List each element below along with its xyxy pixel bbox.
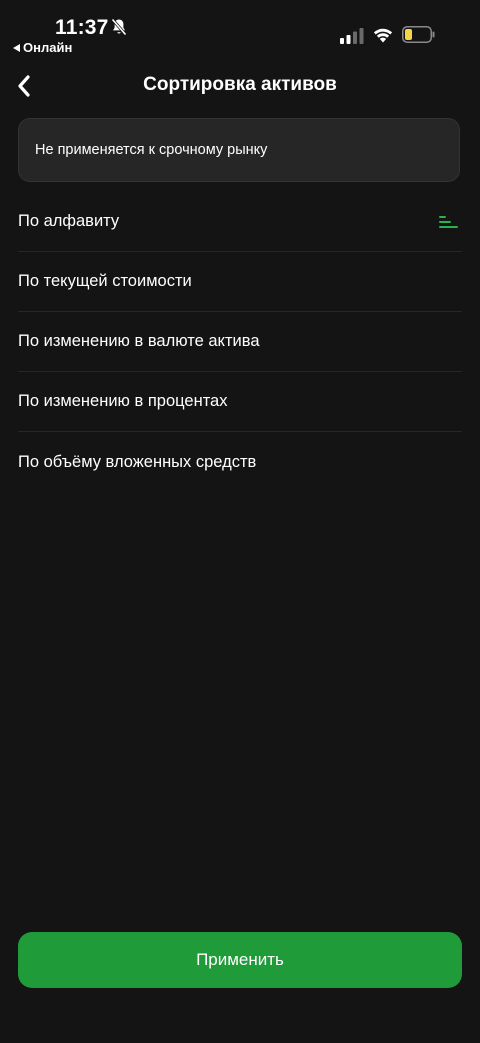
sort-option-change-currency[interactable]: По изменению в валюте актива — [18, 312, 462, 372]
bell-off-icon — [111, 18, 127, 36]
sort-option-current-value[interactable]: По текущей стоимости — [18, 252, 462, 312]
sort-option-label: По объёму вложенных средств — [18, 452, 257, 471]
back-triangle-icon — [13, 43, 20, 52]
status-bar: 11:37 Онлайн — [0, 0, 480, 60]
back-to-app-link[interactable]: Онлайн — [13, 40, 72, 55]
header: Сортировка активов — [0, 66, 480, 106]
sort-options-list: По алфавиту По текущей стоимости По изме… — [18, 192, 462, 492]
status-time: 11:37 — [55, 16, 109, 39]
sort-option-label: По изменению в процентах — [18, 392, 228, 410]
sort-option-label: По алфавиту — [18, 212, 120, 230]
sort-option-label: По текущей стоимости — [18, 272, 192, 290]
page-title: Сортировка активов — [143, 74, 337, 95]
cellular-signal-icon — [340, 28, 364, 44]
sort-option-change-percent[interactable]: По изменению в процентах — [18, 372, 462, 432]
apply-button[interactable]: Применить — [18, 932, 462, 988]
wifi-icon — [373, 28, 393, 43]
battery-icon — [402, 26, 435, 43]
sort-option-alphabet[interactable]: По алфавиту — [18, 192, 462, 252]
sort-option-label: По изменению в валюте актива — [18, 332, 260, 350]
back-app-label: Онлайн — [23, 40, 73, 55]
info-card-text: Не применяется к срочному рынку — [35, 142, 268, 158]
sort-ascending-icon — [439, 215, 458, 228]
info-card: Не применяется к срочному рынку — [18, 118, 460, 182]
sort-option-invested-volume[interactable]: По объёму вложенных средств — [18, 432, 462, 492]
